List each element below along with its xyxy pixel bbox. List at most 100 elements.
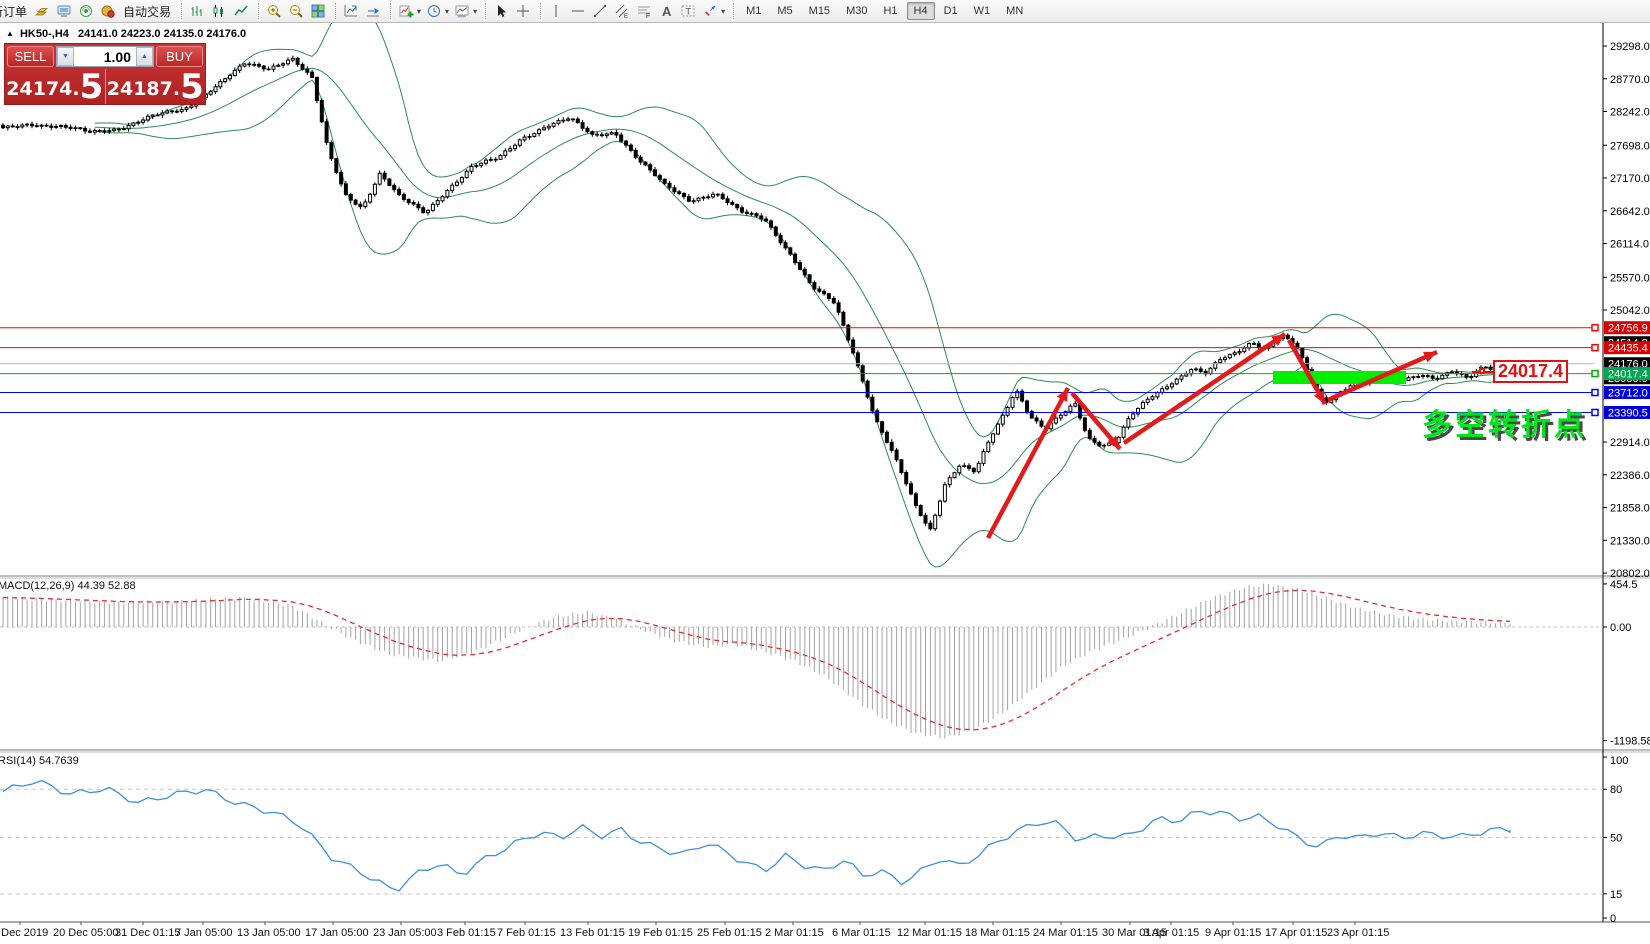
sell-price[interactable]: 24174. 5 [5, 69, 106, 104]
price-level-label: 24435.4 [1608, 343, 1648, 355]
line-anchor-square[interactable] [1591, 408, 1599, 417]
toolbar-separator [252, 3, 260, 19]
timeframe-h1[interactable]: H1 [876, 2, 904, 20]
one-click-trading-panel: SELL ▼ 1.00 ▲ BUY 24174. 5 24187. 5 [4, 43, 206, 105]
svg-text:E: E [624, 14, 628, 19]
timeframe-m5[interactable]: M5 [770, 2, 799, 20]
fibonacci-icon[interactable]: F [635, 2, 653, 20]
macd-scale-label: -1198.58 [1610, 736, 1650, 748]
bar-chart-icon[interactable] [188, 2, 206, 20]
vertical-line-icon[interactable] [547, 2, 565, 20]
toolbar-separator [479, 3, 487, 19]
zoom-out-icon[interactable] [287, 2, 305, 20]
buy-button[interactable]: BUY [156, 46, 203, 67]
chevron-down-icon[interactable]: ▾ [721, 7, 725, 16]
date-tick-label: 20 Dec 05:00 [53, 927, 118, 939]
date-axis: 6 Dec 2019 20 Dec 05:0031 Dec 01:157 Jan … [0, 922, 1389, 939]
arrows-icon[interactable] [701, 2, 719, 20]
line-anchor-square[interactable] [1591, 388, 1599, 397]
price-tick-label: 21858.0 [1610, 503, 1650, 515]
price-level-label: 23390.5 [1608, 407, 1648, 419]
crosshair-icon[interactable] [514, 2, 532, 20]
terminal-icon[interactable] [55, 2, 73, 20]
chart-canvas[interactable]: 29298.0 28770.0 28242.0 27698.0 27170.0 26642… [0, 23, 1650, 944]
date-tick-label: 12 Mar 01:15 [897, 927, 962, 939]
price-axis: 29298.0 28770.0 28242.0 27698.0 27170.0 26642… [1603, 41, 1650, 580]
price-callout[interactable]: 24017.4 [1493, 360, 1568, 383]
price-tick-label: 26114.0 [1610, 239, 1649, 251]
sell-price-main: 24174 [6, 78, 73, 100]
volume-increase-button[interactable]: ▲ [136, 47, 153, 66]
buy-price-main: 24187 [106, 78, 173, 100]
autotrade-button[interactable]: 自动交易 [123, 3, 171, 20]
timeframe-w1[interactable]: W1 [967, 2, 998, 20]
macd-label: MACD(12,26,9) 44.39 52.88 [0, 580, 136, 592]
auto-scroll-icon[interactable] [364, 2, 382, 20]
timeframe-m30[interactable]: M30 [839, 2, 874, 20]
text-label-icon[interactable]: T [679, 2, 697, 20]
buy-price-big-digit: 5 [180, 67, 204, 107]
main-price-pane[interactable] [0, 23, 1599, 568]
timeframe-h4[interactable]: H4 [906, 2, 935, 20]
sell-button[interactable]: SELL [7, 46, 54, 67]
price-tick-label: 28242.0 [1610, 107, 1650, 119]
price-tick-label: 22914.0 [1610, 437, 1650, 449]
chart-shift-icon[interactable] [342, 2, 360, 20]
rsi-label: RSI(14) 54.7639 [0, 755, 79, 767]
rsi-scale-label: 15 [1610, 889, 1622, 901]
candlestick-chart-icon[interactable] [210, 2, 228, 20]
bollinger-middle-band [94, 67, 1511, 485]
chevron-down-icon[interactable]: ▾ [417, 7, 421, 16]
price-tick-label: 25042.0 [1610, 305, 1650, 317]
price-level-label: 23712.0 [1608, 388, 1648, 400]
sell-price-dot: . [72, 78, 80, 100]
rsi-scale-label: 80 [1610, 784, 1622, 796]
chevron-down-icon[interactable]: ▾ [445, 7, 449, 16]
volume-decrease-button[interactable]: ▼ [57, 47, 74, 66]
channel-icon[interactable]: E [613, 2, 631, 20]
toolbar-separator [175, 3, 183, 19]
text-icon[interactable]: A [657, 2, 675, 20]
horizontal-line-icon[interactable] [569, 2, 587, 20]
ohlc-values: 24141.0 24223.0 24135.0 24176.0 [77, 28, 247, 40]
autotrade-icon[interactable] [99, 2, 117, 20]
trendline-icon[interactable] [591, 2, 609, 20]
cn-annotation-text[interactable]: 多空转折点 [1422, 400, 1587, 444]
date-tick-label: 24 Mar 01:15 [1033, 927, 1098, 939]
zoom-in-icon[interactable] [265, 2, 283, 20]
bollinger-bands [94, 23, 1511, 568]
date-tick-label: 7 Jan 05:00 [175, 927, 233, 939]
svg-text:T: T [686, 7, 692, 17]
volume-value[interactable]: 1.00 [74, 47, 136, 66]
line-anchor-square[interactable] [1591, 323, 1599, 332]
timeframe-m1[interactable]: M1 [739, 2, 768, 20]
toolbar: 新订单 自动交易 ▾ ▾ ▾ E F A T ▾ M1M5M15M30H1H4D1W1MN [0, 0, 1650, 23]
periods-icon[interactable] [425, 2, 443, 20]
date-tick-label: 23 Apr 01:15 [1327, 927, 1389, 939]
svg-text:A: A [662, 4, 672, 19]
price-level-label: 24756.9 [1608, 323, 1648, 335]
new-order-button[interactable]: 新订单 [0, 3, 27, 20]
gold-bars-icon[interactable] [33, 2, 51, 20]
date-tick-label: 9 Apr 01:15 [1205, 927, 1261, 939]
trend-arrows[interactable] [986, 332, 1438, 540]
line-chart-icon[interactable] [232, 2, 250, 20]
timeframe-mn[interactable]: MN [999, 2, 1030, 20]
date-tick-label: 31 Dec 01:15 [115, 927, 180, 939]
line-anchor-square[interactable] [1591, 343, 1599, 352]
cursor-icon[interactable] [492, 2, 510, 20]
line-anchor-square[interactable] [1591, 369, 1599, 378]
timeframe-d1[interactable]: D1 [937, 2, 965, 20]
templates-icon[interactable] [453, 2, 471, 20]
timeframe-m15[interactable]: M15 [802, 2, 837, 20]
tile-windows-icon[interactable] [309, 2, 327, 20]
date-tick-label: 3 Apr 01:15 [1143, 927, 1199, 939]
price-tick-label: 25570.0 [1610, 272, 1650, 284]
price-tick-label: 27698.0 [1610, 140, 1650, 152]
broadcast-icon[interactable] [77, 2, 95, 20]
add-indicator-icon[interactable] [397, 2, 415, 20]
macd-scale-label: 454.5 [1610, 579, 1638, 591]
volume-input[interactable]: ▼ 1.00 ▲ [56, 46, 154, 67]
buy-price[interactable]: 24187. 5 [106, 69, 206, 104]
chevron-down-icon[interactable]: ▾ [473, 7, 477, 16]
